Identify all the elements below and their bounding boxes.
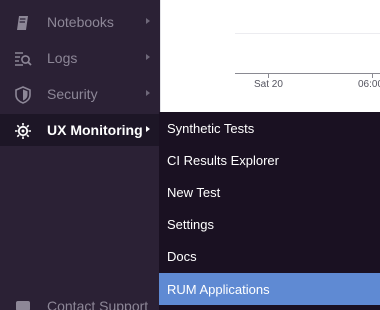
chevron-right-icon <box>146 126 150 132</box>
sidebar: Notebooks Logs Security UX Monitoring Co… <box>0 0 160 310</box>
sidebar-item-logs[interactable]: Logs <box>0 42 160 74</box>
timeseries-chart: Sat 20 06:00 <box>160 0 380 112</box>
submenu-item-new-test[interactable]: New Test <box>159 176 380 208</box>
sidebar-item-label: Contact Support <box>47 298 149 310</box>
submenu-item-settings[interactable]: Settings <box>159 208 380 240</box>
submenu-item-rum-applications[interactable]: RUM Applications <box>159 273 380 305</box>
chat-icon <box>16 301 30 310</box>
submenu-item-docs[interactable]: Docs <box>159 240 380 272</box>
x-tick-label: 06:00 <box>358 79 380 90</box>
x-tick <box>372 74 373 78</box>
x-tick <box>268 74 269 78</box>
chevron-right-icon <box>146 54 150 60</box>
x-tick-label: Sat 20 <box>254 79 283 90</box>
sidebar-item-security[interactable]: Security <box>0 78 160 110</box>
sidebar-item-label: Logs <box>47 50 78 66</box>
sidebar-item-label: Security <box>47 86 98 102</box>
submenu-item-synthetic-tests[interactable]: Synthetic Tests <box>159 112 380 144</box>
chevron-right-icon <box>146 18 150 24</box>
shield-icon <box>15 86 31 104</box>
sidebar-item-contact-support[interactable]: Contact Support <box>0 290 160 310</box>
sidebar-item-label: UX Monitoring <box>47 122 143 138</box>
submenu-item-ci-results-explorer[interactable]: CI Results Explorer <box>159 144 380 176</box>
sidebar-item-label: Notebooks <box>47 14 114 30</box>
notebook-icon <box>17 16 28 30</box>
sidebar-item-ux-monitoring[interactable]: UX Monitoring <box>0 114 160 146</box>
ux-monitoring-submenu: Synthetic Tests CI Results Explorer New … <box>159 112 380 310</box>
panel-divider <box>160 0 161 112</box>
chart-x-axis <box>235 73 380 74</box>
chart-gridline <box>235 33 380 34</box>
sidebar-item-notebooks[interactable]: Notebooks <box>0 6 160 38</box>
ux-monitoring-icon <box>15 123 31 139</box>
logs-icon <box>15 52 32 66</box>
chevron-right-icon <box>146 90 150 96</box>
